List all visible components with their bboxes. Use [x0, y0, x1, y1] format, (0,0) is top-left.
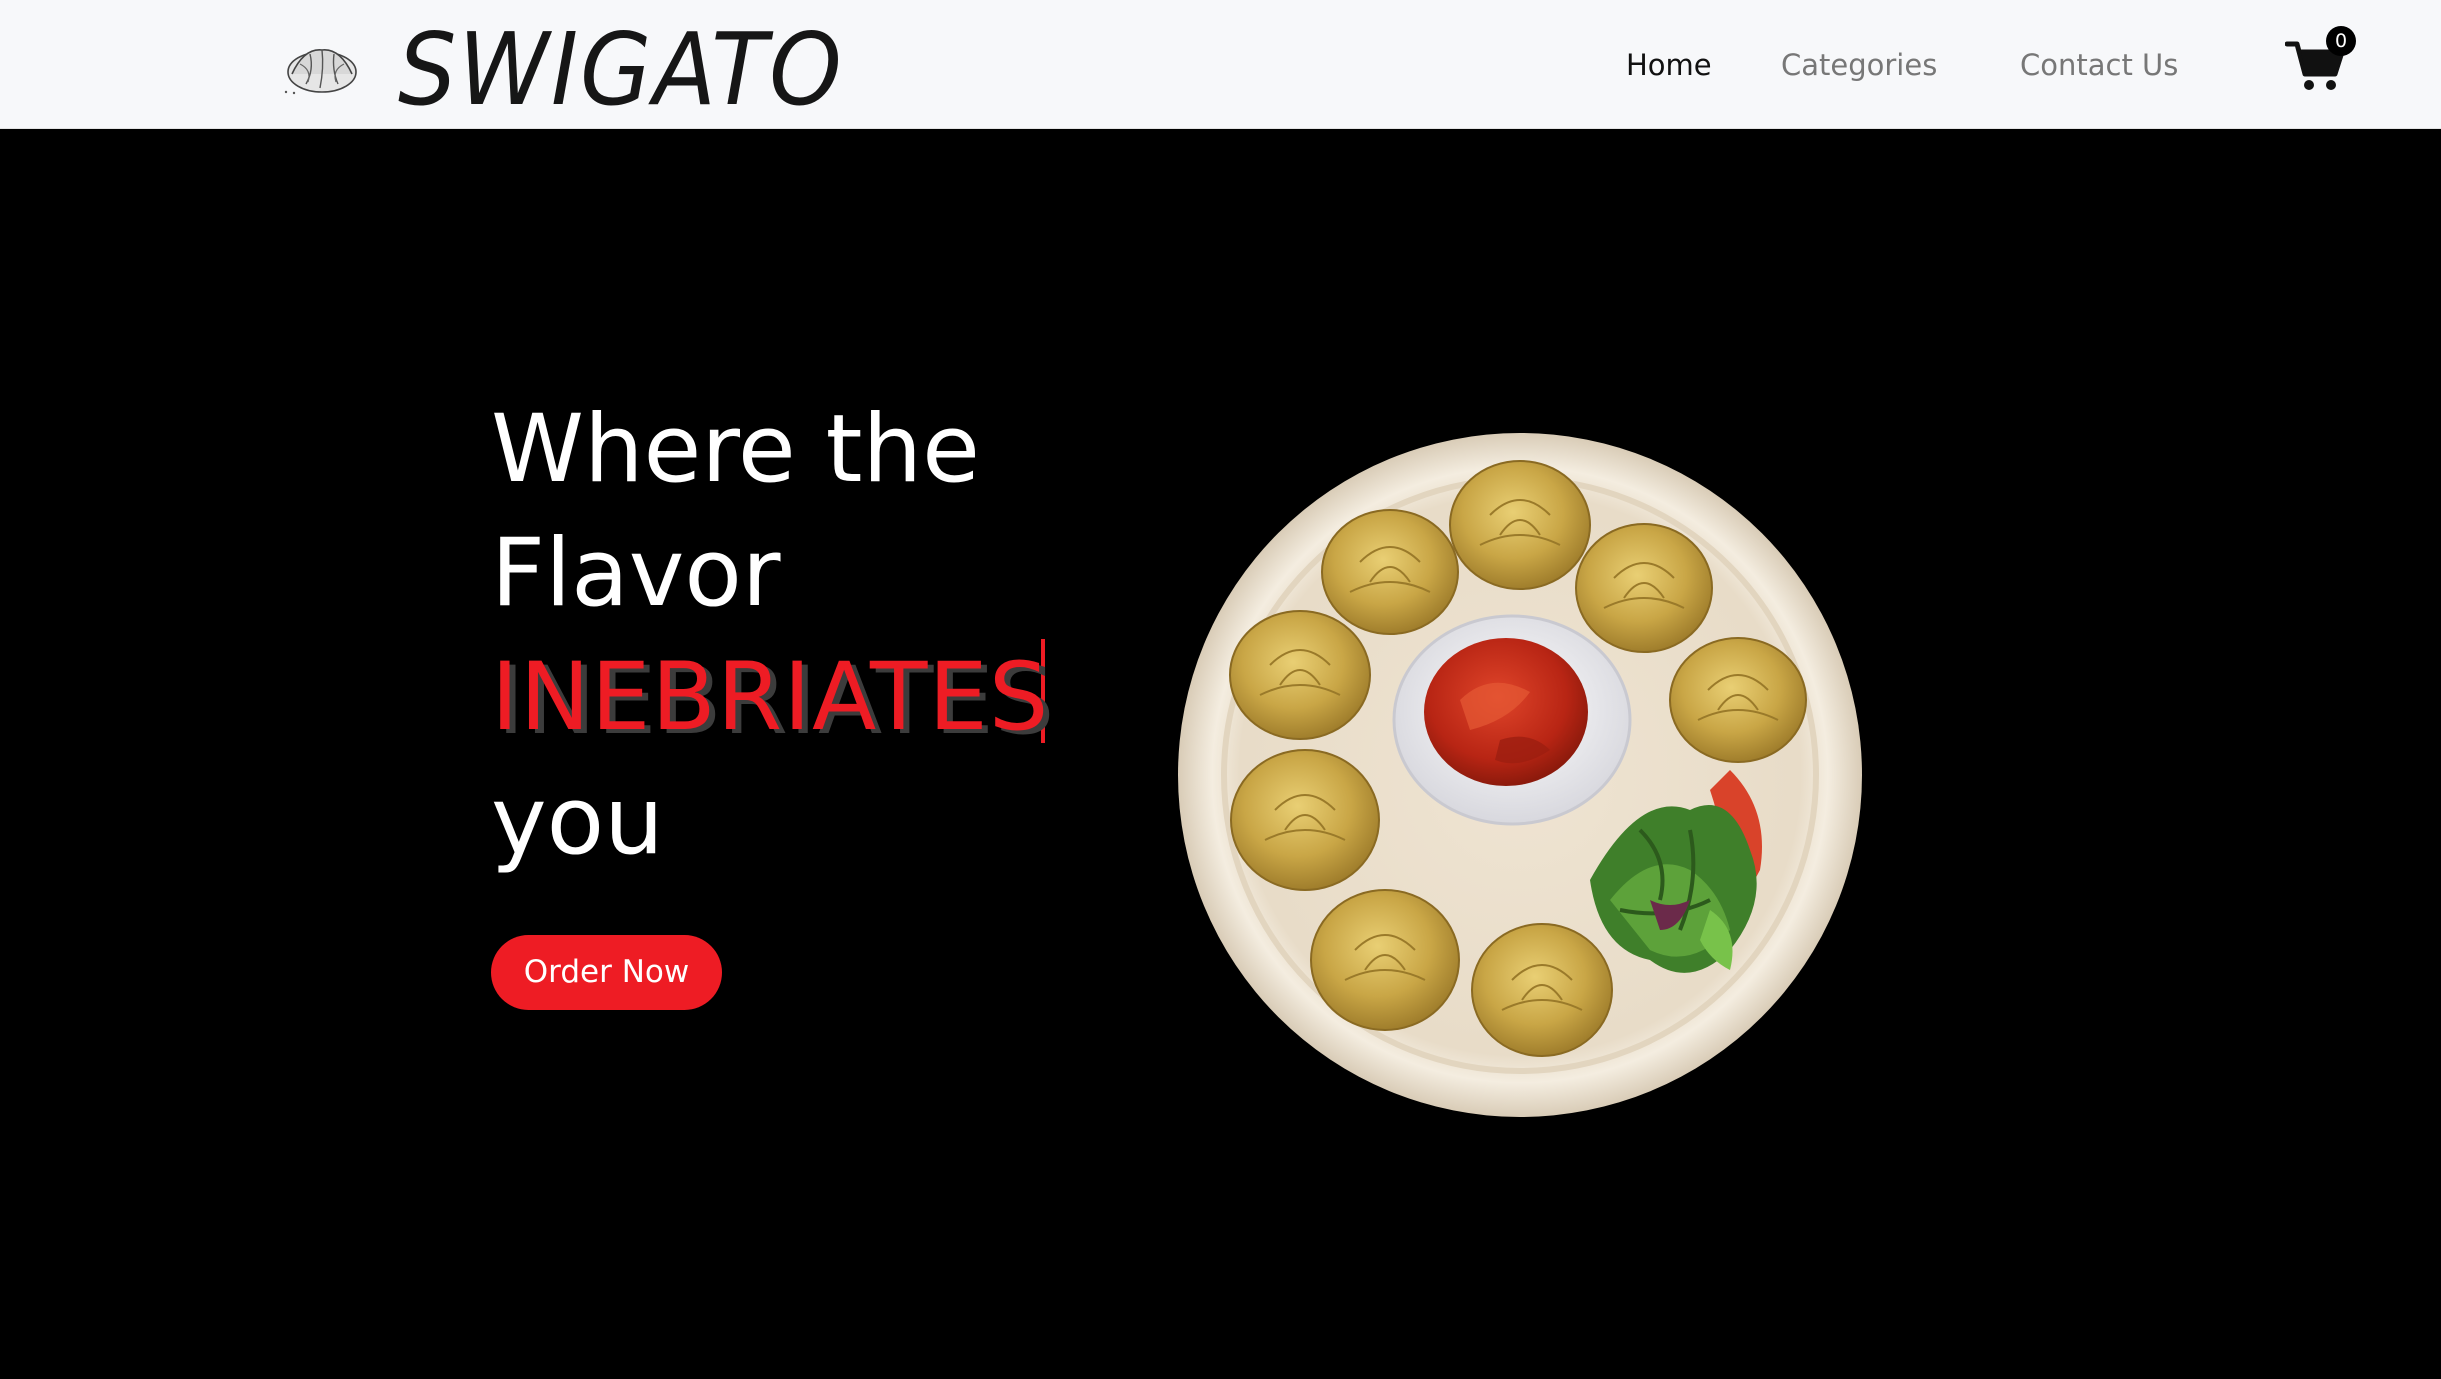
hero-line-4: you: [491, 767, 664, 876]
nav-home[interactable]: Home: [1626, 40, 1712, 90]
dumpling-icon[interactable]: [282, 40, 360, 96]
order-now-button[interactable]: Order Now: [491, 935, 722, 1010]
hero-line-2: Flavor: [491, 519, 781, 628]
nav-contact-us[interactable]: Contact Us: [2020, 40, 2178, 90]
hero-line-3: INEBRIATES: [491, 636, 1111, 760]
cart-count-badge: 0: [2326, 26, 2356, 56]
navbar: SWIGATO Home Categories Contact Us 0: [0, 0, 2441, 129]
hero-highlight-word: INEBRIATES: [491, 643, 1050, 752]
hero-headline: Where the Flavor INEBRIATES you: [491, 388, 1111, 884]
nav-categories[interactable]: Categories: [1781, 40, 1937, 90]
hero-line-1: Where the: [491, 395, 980, 504]
momos-plate-image: [1178, 433, 1862, 1117]
brand-name[interactable]: SWIGATO: [398, 10, 844, 130]
